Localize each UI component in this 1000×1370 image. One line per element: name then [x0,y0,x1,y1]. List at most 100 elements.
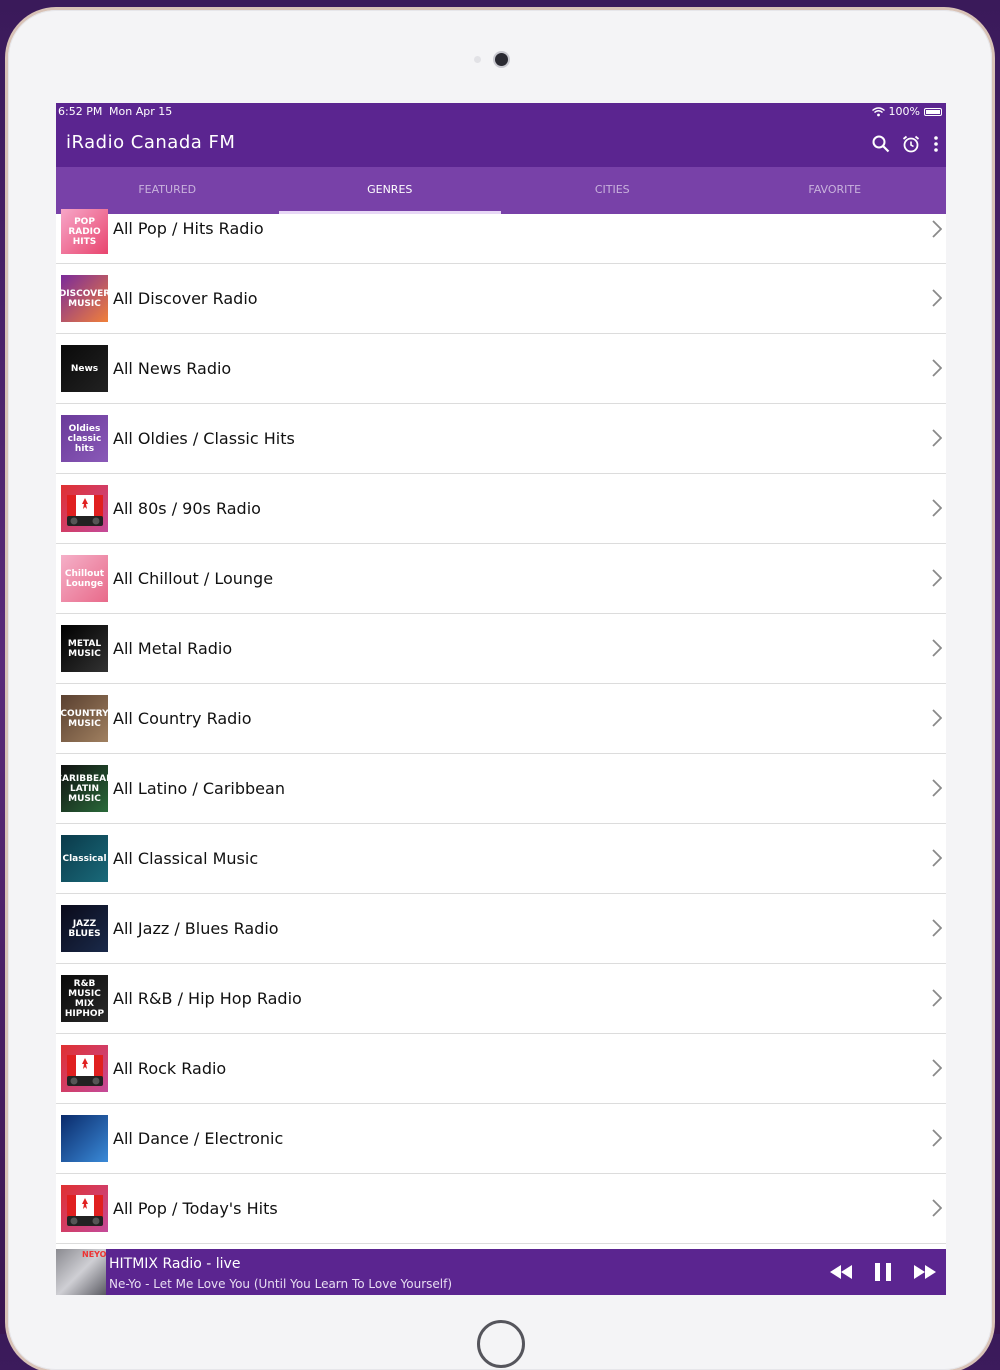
chevron-right-icon [932,989,943,1011]
genre-label: All Metal Radio [113,639,233,658]
genre-row[interactable]: Classical All Classical Music [56,824,946,894]
genre-thumbnail-text: METAL MUSIC [67,638,102,659]
genre-row[interactable]: METAL MUSIC All Metal Radio [56,614,946,684]
status-time: 6:52 PM [58,105,103,118]
search-icon [872,135,890,153]
fast-forward-button[interactable] [904,1249,946,1295]
genre-label: All Rock Radio [113,1059,227,1078]
genre-row[interactable]: All Dance / Electronic [56,1104,946,1174]
wifi-icon [871,107,885,117]
genre-thumbnail-text: Chillout Lounge [64,568,105,589]
chevron-right-icon [932,569,943,591]
genre-row[interactable]: All Rock Radio [56,1034,946,1104]
artwork-badge: NEYO [82,1250,107,1259]
app-bar-actions [866,121,946,167]
genre-thumbnail-text: JAZZ BLUES [68,918,101,939]
canada-flag-radio-icon [66,1194,103,1226]
pause-button[interactable] [862,1249,904,1295]
now-playing-station: HITMIX Radio - live [109,1256,241,1272]
tab-featured[interactable]: FEATURED [56,167,279,214]
search-button[interactable] [866,121,896,167]
genre-row[interactable]: CARIBBEAN LATIN MUSIC All Latino / Caribb… [56,754,946,824]
genre-label: All Latino / Caribbean [113,779,285,798]
genre-row[interactable]: R&B MUSIC MIX HIPHOP All R&B / Hip Hop Ra… [56,964,946,1034]
status-right: 100% [871,103,942,121]
genre-thumbnail [61,1115,108,1162]
app-title: iRadio Canada FM [66,132,236,153]
chevron-right-icon [932,289,943,311]
genre-label: All Pop / Today's Hits [113,1199,278,1218]
genre-label: All R&B / Hip Hop Radio [113,989,302,1008]
genre-label: All Discover Radio [113,289,258,308]
genre-thumbnail [61,485,108,532]
genre-label: All Oldies / Classic Hits [113,429,295,448]
genre-thumbnail-text: R&B MUSIC MIX HIPHOP [64,978,105,1019]
genre-label: All Classical Music [113,849,259,868]
genre-row[interactable]: POP RADIO HITS All Pop / Hits Radio [56,209,946,264]
genre-thumbnail: CARIBBEAN LATIN MUSIC [61,765,108,812]
more-vert-icon [934,136,938,152]
genre-list: POP RADIO HITS All Pop / Hits Radio DISCOV… [56,209,946,1244]
genre-row[interactable]: JAZZ BLUES All Jazz / Blues Radio [56,894,946,964]
genre-row[interactable]: DISCOVER MUSIC All Discover Radio [56,264,946,334]
genre-thumbnail: DISCOVER MUSIC [61,275,108,322]
genre-label: All News Radio [113,359,232,378]
tab-cities[interactable]: CITIES [501,167,724,214]
app-screen: 6:52 PM Mon Apr 15 100% iRadio Canada FM [56,103,946,1295]
genre-thumbnail-text: News [70,363,99,374]
battery-percent: 100% [888,105,920,118]
more-options-button[interactable] [926,121,946,167]
genre-thumbnail: Oldies classic hits [61,415,108,462]
genre-thumbnail-text: Classical [62,853,107,864]
app-bar: iRadio Canada FM [56,121,946,167]
rewind-button[interactable] [820,1249,862,1295]
pause-icon [875,1263,891,1281]
alarm-button[interactable] [896,121,926,167]
tab-bar: FEATURED GENRES CITIES FAVORITE [56,167,946,214]
genre-thumbnail: COUNTRY MUSIC [61,695,108,742]
now-playing-bar[interactable]: NEYO HITMIX Radio - live Ne-Yo - Let Me … [56,1249,946,1295]
chevron-right-icon [932,220,943,242]
chevron-right-icon [932,1199,943,1221]
canada-flag-radio-icon [66,1054,103,1086]
genre-row[interactable]: Oldies classic hits All Oldies / Classic … [56,404,946,474]
genre-thumbnail-text: COUNTRY MUSIC [61,708,108,729]
genre-thumbnail: POP RADIO HITS [61,209,108,254]
genre-thumbnail-text: CARIBBEAN LATIN MUSIC [61,773,108,804]
genre-row[interactable]: COUNTRY MUSIC All Country Radio [56,684,946,754]
genre-thumbnail: Chillout Lounge [61,555,108,602]
genre-label: All Chillout / Lounge [113,569,274,588]
chevron-right-icon [932,1129,943,1151]
tab-genres[interactable]: GENRES [278,167,502,214]
genre-thumbnail: JAZZ BLUES [61,905,108,952]
now-playing-track: Ne-Yo - Let Me Love You (Until You Learn… [109,1277,453,1291]
genre-row[interactable]: All 80s / 90s Radio [56,474,946,544]
genre-row[interactable]: All Pop / Today's Hits [56,1174,946,1244]
genre-label: All Pop / Hits Radio [113,219,264,238]
alarm-icon [902,135,920,153]
genre-thumbnail-text: DISCOVER MUSIC [61,288,108,309]
canada-flag-radio-icon [66,494,103,526]
genre-label: All Jazz / Blues Radio [113,919,279,938]
genre-label: All 80s / 90s Radio [113,499,261,518]
home-button[interactable] [477,1320,525,1368]
genre-label: All Dance / Electronic [113,1129,284,1148]
genre-thumbnail: METAL MUSIC [61,625,108,672]
genre-row[interactable]: Chillout Lounge All Chillout / Lounge [56,544,946,614]
genre-row[interactable]: News All News Radio [56,334,946,404]
chevron-right-icon [932,429,943,451]
chevron-right-icon [932,639,943,661]
genre-thumbnail [61,1045,108,1092]
tab-favorite[interactable]: FAVORITE [724,167,947,214]
genre-thumbnail: Classical [61,835,108,882]
genre-thumbnail: News [61,345,108,392]
chevron-right-icon [932,1059,943,1081]
rewind-icon [830,1265,852,1279]
now-playing-artwork: NEYO [56,1249,106,1295]
status-date: Mon Apr 15 [109,105,173,118]
genre-thumbnail: R&B MUSIC MIX HIPHOP [61,975,108,1022]
battery-icon [924,108,942,116]
status-bar: 6:52 PM Mon Apr 15 100% [56,103,946,121]
fast-forward-icon [914,1265,936,1279]
chevron-right-icon [932,919,943,941]
